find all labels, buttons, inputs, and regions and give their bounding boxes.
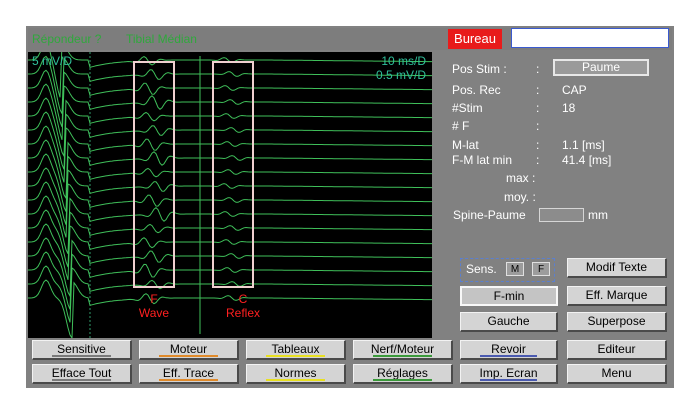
nf-colon: : xyxy=(536,119,540,133)
pos-stim-button[interactable]: Paume xyxy=(553,59,649,76)
spine-paume-unit: mm xyxy=(588,208,608,222)
tableaux-underline xyxy=(266,355,325,357)
trace-display[interactable]: 5 mV/D 10 ms/D 0.5 mV/D F Wave C Reflex xyxy=(28,52,432,338)
f-wave-label-line2: Wave xyxy=(138,306,170,320)
nstim-label: #Stim xyxy=(452,101,483,115)
bureau-input[interactable] xyxy=(511,28,669,48)
pos-rec-colon: : xyxy=(536,83,540,97)
efface-tout-label: Efface Tout xyxy=(51,366,112,380)
pos-stim-label: Pos Stim : xyxy=(452,62,507,76)
c-reflex-label-line1: C xyxy=(238,292,248,306)
max-label: max : xyxy=(506,171,536,185)
gauche-label: Gauche xyxy=(487,314,530,328)
time-scale-label: 10 ms/D xyxy=(381,54,426,68)
revoir-label: Revoir xyxy=(491,342,526,356)
pos-rec-value: CAP xyxy=(562,83,587,97)
tableaux-button[interactable]: Tableaux xyxy=(246,340,346,360)
modif-texte-label: Modif Texte xyxy=(585,260,648,274)
imp-ecran-label: Imp. Ecran xyxy=(479,366,538,380)
revoir-button[interactable]: Revoir xyxy=(460,340,558,360)
nerf-moteur-button[interactable]: Nerf/Moteur xyxy=(353,340,453,360)
editeur-button[interactable]: Editeur xyxy=(567,340,667,360)
moteur-button[interactable]: Moteur xyxy=(139,340,239,360)
sens-label: Sens. xyxy=(466,262,497,276)
c-reflex-window[interactable] xyxy=(212,61,254,288)
nstim-row: #Stim : 18 xyxy=(452,101,672,119)
nstim-colon: : xyxy=(536,101,540,115)
f-min-label: F-min xyxy=(493,289,525,303)
pos-stim-colon: : xyxy=(536,62,540,76)
revoir-underline xyxy=(480,355,537,357)
normes-button[interactable]: Normes xyxy=(246,364,346,384)
pos-rec-row: Pos. Rec : CAP xyxy=(452,83,672,101)
modif-texte-button[interactable]: Modif Texte xyxy=(567,258,667,278)
tableaux-label: Tableaux xyxy=(271,342,320,356)
reglages-underline xyxy=(373,379,432,381)
fmlat-colon: : xyxy=(536,153,540,167)
nf-label: # F xyxy=(452,119,470,133)
sens-f-key[interactable]: F xyxy=(532,262,550,276)
nerf-moteur-label: Nerf/Moteur xyxy=(370,342,435,356)
responder-label: Répondeur ? xyxy=(32,32,102,46)
imp-ecran-button[interactable]: Imp. Ecran xyxy=(460,364,558,384)
fmlat-row: F-M lat min : 41.4 [ms] xyxy=(452,153,672,171)
sens-m-key[interactable]: M xyxy=(506,262,524,276)
c-reflex-label-line2: Reflex xyxy=(225,306,260,320)
max-row: max : xyxy=(452,171,672,189)
moteur-underline xyxy=(159,355,218,357)
eff-trace-underline xyxy=(159,379,218,381)
sensitive-label: Sensitive xyxy=(57,342,106,356)
menu-label: Menu xyxy=(601,366,632,380)
nerf-moteur-underline xyxy=(373,355,432,357)
mlat-value: 1.1 [ms] xyxy=(562,138,605,152)
bureau-button[interactable]: Bureau xyxy=(448,29,502,49)
moy-label: moy. : xyxy=(504,190,536,204)
eff-marque-button[interactable]: Eff. Marque xyxy=(567,286,667,306)
superpose-label: Superpose xyxy=(587,314,646,328)
f-wave-label-line1: F xyxy=(150,292,158,306)
mlat-colon: : xyxy=(536,138,540,152)
efface-tout-underline xyxy=(52,379,111,381)
moteur-label: Moteur xyxy=(169,342,208,356)
reglages-label: Réglages xyxy=(377,366,428,380)
spine-paume-label: Spine-Paume xyxy=(453,208,526,222)
fmlat-value: 41.4 [ms] xyxy=(562,153,612,167)
c-reflex-label: C Reflex xyxy=(213,292,273,320)
left-scale-label: 5 mV/D xyxy=(32,54,73,68)
efface-tout-button[interactable]: Efface Tout xyxy=(32,364,132,384)
f-min-button[interactable]: F-min xyxy=(460,286,558,306)
gauche-button[interactable]: Gauche xyxy=(460,312,558,332)
mlat-label: M-lat xyxy=(452,138,479,152)
nf-row: # F : xyxy=(452,119,672,137)
moy-row: moy. : xyxy=(452,190,672,208)
normes-label: Normes xyxy=(274,366,317,380)
eff-marque-label: Eff. Marque xyxy=(585,288,648,302)
menu-button[interactable]: Menu xyxy=(567,364,667,384)
spine-paume-input[interactable] xyxy=(539,208,584,222)
imp-ecran-underline xyxy=(480,379,537,381)
normes-underline xyxy=(266,379,325,381)
f-wave-label: F Wave xyxy=(124,292,184,320)
nerve-label: Tibial Médian xyxy=(126,32,197,46)
eff-trace-label: Eff. Trace xyxy=(162,366,215,380)
sensitive-button[interactable]: Sensitive xyxy=(32,340,132,360)
fmlat-label: F-M lat min xyxy=(452,153,512,167)
editeur-label: Editeur xyxy=(597,342,636,356)
eff-trace-button[interactable]: Eff. Trace xyxy=(139,364,239,384)
superpose-button[interactable]: Superpose xyxy=(567,312,667,332)
sensitive-underline xyxy=(52,355,111,357)
reglages-button[interactable]: Réglages xyxy=(353,364,453,384)
amp-scale-label: 0.5 mV/D xyxy=(375,68,426,82)
pos-rec-label: Pos. Rec xyxy=(452,83,501,97)
nstim-value: 18 xyxy=(562,101,576,115)
